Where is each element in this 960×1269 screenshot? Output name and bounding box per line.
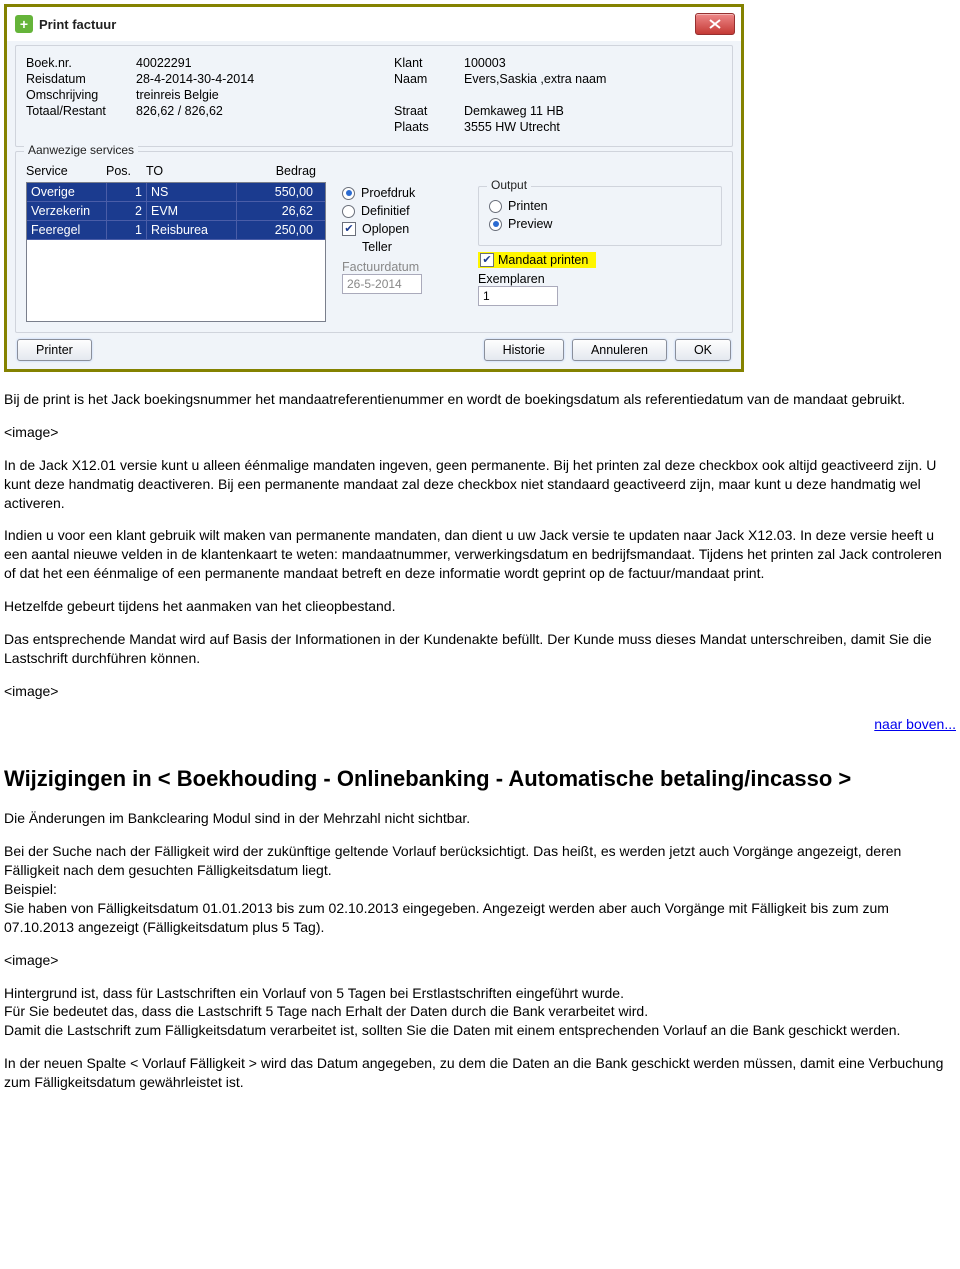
oplopen-check[interactable]: ✔Oplopen: [342, 222, 462, 236]
image-placeholder: <image>: [4, 682, 956, 701]
table-row[interactable]: Overige 1 NS 550,00: [27, 183, 325, 202]
paragraph: Hetzelfde gebeurt tijdens het aanmaken v…: [4, 597, 956, 616]
document-body: Bij de print is het Jack boekingsnummer …: [4, 390, 956, 1092]
factuurdatum-input: [342, 274, 422, 294]
radio-icon: [342, 187, 355, 200]
naam-label: Naam: [394, 72, 464, 86]
services-table[interactable]: Overige 1 NS 550,00 Verzekerin 2 EVM 26,…: [26, 182, 326, 322]
output-legend: Output: [487, 178, 531, 192]
print-factuur-dialog: + Print factuur Boek.nr.40022291 Reisdat…: [4, 4, 744, 372]
reisdatum-value: 28-4-2014-30-4-2014: [136, 72, 254, 86]
annuleren-button[interactable]: Annuleren: [572, 339, 667, 361]
top-link[interactable]: naar boven...: [874, 716, 956, 732]
omschrijving-label: Omschrijving: [26, 88, 136, 102]
preview-radio[interactable]: Preview: [489, 217, 711, 231]
image-placeholder: <image>: [4, 951, 956, 970]
exemplaren-input[interactable]: [478, 286, 558, 306]
printer-button[interactable]: Printer: [17, 339, 92, 361]
boeknr-value: 40022291: [136, 56, 192, 70]
dialog-title: Print factuur: [39, 17, 116, 32]
paragraph: In de Jack X12.01 versie kunt u alleen é…: [4, 456, 956, 513]
totaal-label: Totaal/Restant: [26, 104, 136, 118]
plaats-label: Plaats: [394, 120, 464, 134]
boeknr-label: Boek.nr.: [26, 56, 136, 70]
paragraph: Das entsprechende Mandat wird auf Basis …: [4, 630, 956, 668]
definitief-radio[interactable]: Definitief: [342, 204, 462, 218]
totaal-value: 826,62 / 826,62: [136, 104, 223, 118]
section-heading: Wijzigingen in < Boekhouding - Onlineban…: [4, 764, 956, 794]
close-button[interactable]: [695, 13, 735, 35]
paragraph: Hintergrund ist, dass für Lastschriften …: [4, 984, 956, 1041]
info-panel: Boek.nr.40022291 Reisdatum28-4-2014-30-4…: [15, 45, 733, 147]
reisdatum-label: Reisdatum: [26, 72, 136, 86]
col-pos: Pos.: [106, 164, 146, 178]
straat-value: Demkaweg 11 HB: [464, 104, 564, 118]
teller-label: Teller: [362, 240, 392, 254]
omschrijving-value: treinreis Belgie: [136, 88, 219, 102]
radio-icon: [489, 200, 502, 213]
paragraph: In der neuen Spalte < Vorlauf Fälligkeit…: [4, 1054, 956, 1092]
col-bedrag: Bedrag: [236, 164, 316, 178]
exemplaren-label: Exemplaren: [478, 272, 722, 286]
radio-icon: [342, 205, 355, 218]
naam-value: Evers,Saskia ,extra naam: [464, 72, 606, 86]
paragraph: Die Änderungen im Bankclearing Modul sin…: [4, 809, 956, 828]
klant-value: 100003: [464, 56, 506, 70]
image-placeholder: <image>: [4, 423, 956, 442]
plus-icon: +: [15, 15, 33, 33]
printen-radio[interactable]: Printen: [489, 199, 711, 213]
services-panel: Aanwezige services Service Pos. TO Bedra…: [15, 151, 733, 333]
col-to: TO: [146, 164, 236, 178]
historie-button[interactable]: Historie: [484, 339, 564, 361]
straat-label: Straat: [394, 104, 464, 118]
mandaat-printen-check[interactable]: ✔Mandaat printen: [478, 252, 722, 268]
radio-icon: [489, 218, 502, 231]
paragraph: Indien u voor een klant gebruik wilt mak…: [4, 526, 956, 583]
services-legend: Aanwezige services: [24, 143, 138, 157]
paragraph: Bei der Suche nach der Fälligkeit wird d…: [4, 842, 956, 936]
klant-label: Klant: [394, 56, 464, 70]
plaats-value: 3555 HW Utrecht: [464, 120, 560, 134]
table-row[interactable]: Verzekerin 2 EVM 26,62: [27, 202, 325, 221]
title-bar: + Print factuur: [7, 7, 741, 41]
ok-button[interactable]: OK: [675, 339, 731, 361]
check-icon: ✔: [342, 222, 356, 236]
table-row[interactable]: Feeregel 1 Reisburea 250,00: [27, 221, 325, 240]
col-service: Service: [26, 164, 106, 178]
proefdruk-radio[interactable]: Proefdruk: [342, 186, 462, 200]
output-group: Output Printen Preview: [478, 186, 722, 246]
factuurdatum-label: Factuurdatum: [342, 260, 462, 274]
paragraph: Bij de print is het Jack boekingsnummer …: [4, 390, 956, 409]
check-icon: ✔: [480, 253, 494, 267]
